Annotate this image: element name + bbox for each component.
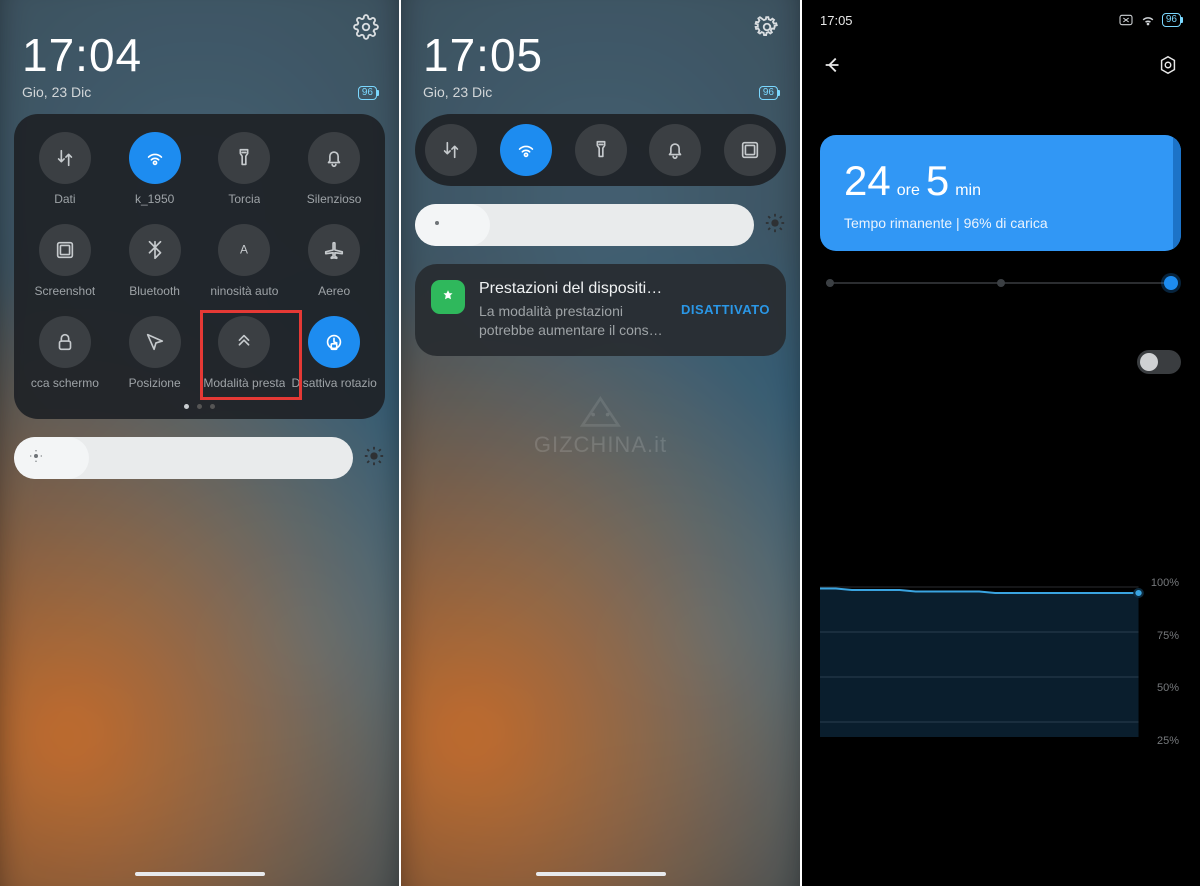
svg-text:A: A <box>240 243 248 257</box>
qs-tile-label: Bluetooth <box>129 284 180 298</box>
qs-tile-screenshot[interactable]: Screenshot <box>20 224 110 298</box>
gear-icon <box>353 14 379 40</box>
brightness-low-icon <box>429 215 445 231</box>
qs-tile-wifi[interactable] <box>500 124 552 176</box>
screenshot-icon <box>39 224 91 276</box>
qs-tile-auto-brightness[interactable]: Aninosità auto <box>200 224 290 298</box>
settings-outline-button[interactable] <box>1157 54 1179 81</box>
status-time: 17:05 <box>820 13 853 28</box>
qs-tile-label: Modalità presta <box>203 376 285 390</box>
home-indicator[interactable] <box>536 872 666 876</box>
date-label: Gio, 23 Dic <box>22 84 377 100</box>
qs-tile-data[interactable] <box>425 124 477 176</box>
brightness-slider[interactable] <box>415 204 786 246</box>
bluetooth-icon <box>129 224 181 276</box>
settings-button[interactable] <box>754 14 780 45</box>
qs-tile-label: Dati <box>54 192 75 206</box>
remaining-time: 24ore 5min <box>844 157 1157 205</box>
remaining-subtitle: Tempo rimanente | 96% di carica <box>844 215 1157 231</box>
location-icon <box>129 316 181 368</box>
battery-chart: 100% 75% 50% 25% <box>820 577 1181 747</box>
battery-indicator: 96 <box>1162 13 1181 27</box>
qs-tile-flashlight[interactable]: Torcia <box>200 132 290 206</box>
qs-tile-location[interactable]: Posizione <box>110 316 200 390</box>
rotation-lock-icon <box>308 316 360 368</box>
arrow-left-icon <box>822 54 844 76</box>
qs-tile-bluetooth[interactable]: Bluetooth <box>110 224 200 298</box>
home-indicator[interactable] <box>135 872 265 876</box>
back-button[interactable] <box>822 54 844 81</box>
wifi-icon <box>1140 12 1156 28</box>
wifi-icon <box>129 132 181 184</box>
ultra-saver-toggle[interactable] <box>1137 350 1181 374</box>
brightness-track[interactable] <box>415 204 754 246</box>
date-label: Gio, 23 Dic <box>423 84 778 100</box>
performance-icon <box>218 316 270 368</box>
qs-tile-bell[interactable]: Silenzioso <box>289 132 379 206</box>
quick-settings-row <box>415 114 786 186</box>
qs-tile-wifi[interactable]: k_1950 <box>110 132 200 206</box>
qs-tile-performance[interactable]: Modalità presta <box>200 316 290 390</box>
qs-tile-label: Posizione <box>129 376 181 390</box>
settings-button[interactable] <box>353 14 379 45</box>
qs-tile-data[interactable]: Dati <box>20 132 110 206</box>
status-bar: 17:05 96 <box>802 0 1199 40</box>
qs-tile-label: cca schermo <box>31 376 99 390</box>
notification-title: Prestazioni del dispositiv… <box>479 280 667 298</box>
page-header <box>802 40 1199 89</box>
qs-tile-bell[interactable] <box>649 124 701 176</box>
bell-icon <box>308 132 360 184</box>
lock-icon <box>39 316 91 368</box>
notification-action-button[interactable]: DISATTIVATO <box>681 302 770 317</box>
chart-y-ticks: 100% 75% 50% 25% <box>1151 577 1179 747</box>
brightness-high-icon <box>363 445 385 472</box>
qs-tile-lock[interactable]: cca schermo <box>20 316 110 390</box>
quick-settings-panel: Dati k_1950 Torcia Silenzioso Screenshot Blue… <box>14 114 385 419</box>
brightness-low-icon <box>28 448 44 464</box>
notification-shade-header: 17:05 Gio, 23 Dic 96 <box>401 0 800 100</box>
gear-icon <box>754 14 780 40</box>
brightness-slider[interactable] <box>14 437 385 479</box>
gear-outline-icon <box>1157 54 1179 76</box>
phone-screenshot-1: 17:04 Gio, 23 Dic 96 Dati k_1950 Torcia Sil… <box>0 0 399 886</box>
qs-tile-screenshot[interactable] <box>724 124 776 176</box>
notification-shade-header: 17:04 Gio, 23 Dic 96 <box>0 0 399 100</box>
qs-tile-label: Screenshot <box>35 284 96 298</box>
qs-tile-flashlight[interactable] <box>575 124 627 176</box>
qs-tile-label: ninosità auto <box>210 284 278 298</box>
dnd-x-icon <box>1118 12 1134 28</box>
status-icons: 96 <box>747 86 778 100</box>
phone-screenshot-2: GIZCHINA.it 17:05 Gio, 23 Dic 96 Prestaz… <box>401 0 800 886</box>
notification-card[interactable]: Prestazioni del dispositiv… La modalità … <box>415 264 786 356</box>
power-mode-slider[interactable] <box>826 279 1175 287</box>
brightness-track[interactable] <box>14 437 353 479</box>
qs-tile-rotation-lock[interactable]: Disattiva rotazio <box>289 316 379 390</box>
phone-screenshot-3: 17:05 96 Risparmio energetico Batteria 2… <box>802 0 1199 886</box>
airplane-icon <box>308 224 360 276</box>
brightness-high-icon <box>764 212 786 239</box>
battery-remaining-card[interactable]: 24ore 5min Tempo rimanente | 96% di cari… <box>820 135 1181 251</box>
qs-tile-airplane[interactable]: Aereo <box>289 224 379 298</box>
clock-time: 17:05 <box>423 28 778 82</box>
notification-body: La modalità prestazioni potrebbe aumenta… <box>479 302 667 340</box>
clock-time: 17:04 <box>22 28 377 82</box>
qs-tile-label: Silenzioso <box>307 192 362 206</box>
app-icon <box>431 280 465 314</box>
flashlight-icon <box>218 132 270 184</box>
data-icon <box>39 132 91 184</box>
qs-tile-label: Torcia <box>228 192 260 206</box>
auto-brightness-icon: A <box>218 224 270 276</box>
page-indicator[interactable] <box>20 404 379 409</box>
qs-tile-label: Disattiva rotazio <box>291 376 376 390</box>
status-icons: 96 <box>346 86 377 100</box>
battery-indicator: 96 <box>358 86 377 100</box>
battery-indicator: 96 <box>759 86 778 100</box>
qs-tile-label: k_1950 <box>135 192 174 206</box>
qs-tile-label: Aereo <box>318 284 350 298</box>
